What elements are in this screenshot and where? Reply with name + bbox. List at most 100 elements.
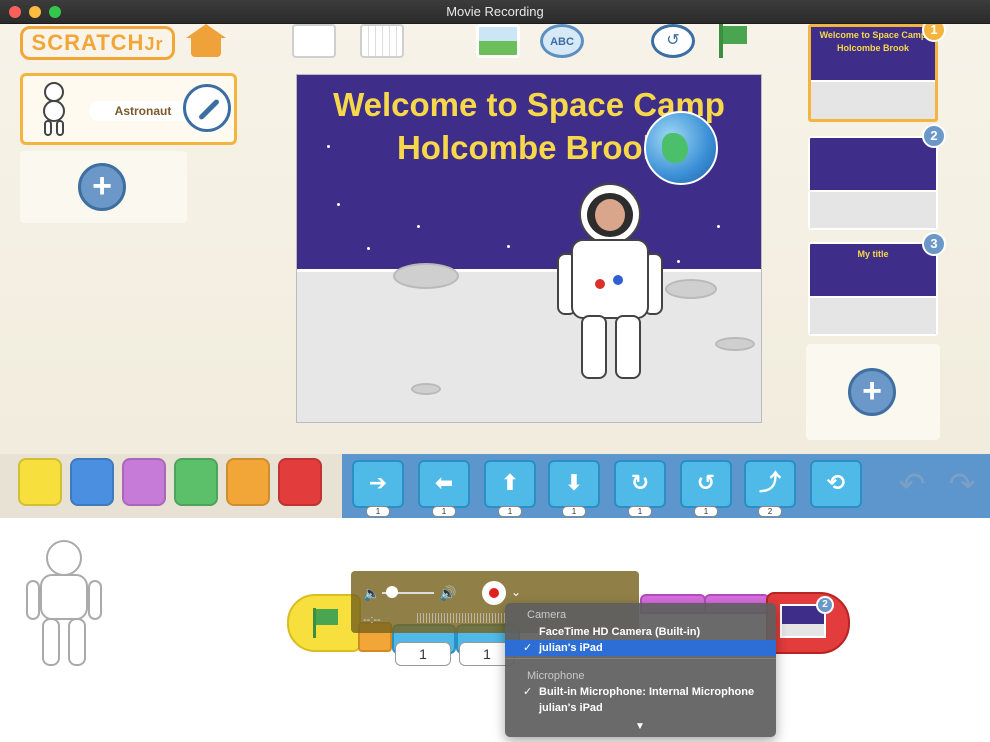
category-looks[interactable]: [122, 458, 166, 506]
turn-right-icon: ↻: [630, 470, 650, 495]
close-window-button[interactable]: [9, 6, 21, 18]
star: [417, 225, 420, 228]
thumb-leg: [56, 120, 64, 136]
window-titlebar: Movie Recording: [0, 0, 990, 24]
star: [507, 245, 510, 248]
page-number-badge: 2: [922, 124, 946, 148]
paint-editor-button[interactable]: [183, 84, 231, 132]
zoom-window-button[interactable]: [49, 6, 61, 18]
page-1-title-line2: Holcombe Brook: [836, 43, 909, 53]
crater: [393, 263, 459, 289]
crater: [665, 279, 717, 299]
background-button[interactable]: [476, 24, 520, 58]
abc-icon: ABC: [550, 36, 574, 48]
ghost-arm: [88, 580, 102, 620]
grid-toggle-button[interactable]: [292, 24, 336, 58]
page-thumbnail-2[interactable]: [808, 136, 938, 230]
category-motion[interactable]: [70, 458, 114, 506]
astronaut-leg: [581, 315, 607, 379]
undo-icon: ↶: [898, 466, 926, 502]
crater: [715, 337, 755, 351]
sprite-astronaut-card[interactable]: Astronaut: [20, 73, 237, 145]
scratchjr-logo[interactable]: SCRATCHJr: [20, 26, 175, 60]
text-abc-button[interactable]: ABC: [540, 24, 584, 58]
page-1-title: Welcome to Space Camp Holcombe Brook: [811, 29, 935, 55]
turn-left-block[interactable]: ↺ 1: [680, 460, 732, 517]
logo-suffix: Jr: [144, 34, 164, 54]
record-button[interactable]: [482, 581, 506, 605]
block-number-input[interactable]: 1: [395, 642, 451, 666]
category-control[interactable]: [226, 458, 270, 506]
go-home-block[interactable]: ⟲: [810, 460, 862, 508]
sprite-name-label[interactable]: Astronaut: [89, 101, 197, 121]
undo-button[interactable]: ↶: [894, 468, 930, 500]
plus-icon: +: [862, 372, 882, 410]
flag-icon-cloth: [316, 609, 338, 625]
ghost-leg: [68, 618, 86, 666]
suit-button: [595, 279, 605, 289]
menu-item-label: FaceTime HD Camera (Built-in): [539, 626, 701, 638]
minimize-window-button[interactable]: [29, 6, 41, 18]
volume-high-icon: 🔊: [439, 585, 457, 601]
thumb-ground: [811, 80, 935, 119]
astronaut-thumbnail: [37, 82, 71, 138]
volume-low-icon: 🔈: [363, 585, 381, 601]
ghost-torso: [40, 574, 88, 620]
move-up-block[interactable]: ⬆ 1: [484, 460, 536, 517]
checkmark-icon: ✓: [523, 686, 533, 698]
category-sound[interactable]: [174, 458, 218, 506]
page-thumbnail-3[interactable]: My title: [808, 242, 938, 336]
start-on-flag-block[interactable]: [287, 594, 361, 652]
menu-item-label: julian's iPad: [539, 702, 603, 714]
thumb-ground: [810, 190, 936, 228]
page-number-badge: 3: [922, 232, 946, 256]
add-page-button[interactable]: +: [848, 368, 896, 416]
scroll-down-arrow-icon[interactable]: ▼: [635, 721, 645, 732]
block-value: 1: [366, 506, 390, 517]
block-palette: ➔ 1 ⬅ 1 ⬆ 1 ⬇ 1 ↻ 1 ↺ 1 ⤴ 2 ⟲ ↶ ↷: [0, 454, 990, 518]
recording-time: --:--: [363, 614, 381, 626]
plus-icon: +: [92, 167, 112, 205]
home-button[interactable]: [183, 24, 229, 58]
source-menu: Camera FaceTime HD Camera (Built-in) ✓ j…: [505, 603, 776, 737]
add-character-button[interactable]: +: [78, 163, 126, 211]
astronaut-sprite[interactable]: [555, 183, 667, 389]
move-up-icon: ⬆: [500, 470, 520, 495]
go-to-page-block[interactable]: 2: [766, 592, 850, 654]
menu-item-label: Built-in Microphone: Internal Microphone: [539, 686, 755, 698]
earth-sprite[interactable]: [644, 111, 718, 185]
move-right-block[interactable]: ➔ 1: [352, 460, 404, 517]
astronaut-face: [595, 199, 625, 231]
move-left-block[interactable]: ⬅ 1: [418, 460, 470, 517]
thumb-torso: [43, 100, 65, 122]
hop-block[interactable]: ⤴ 2: [744, 460, 796, 517]
go-home-icon: ⟲: [826, 470, 846, 495]
home-icon-body: [191, 37, 221, 57]
block-value: 1: [498, 506, 522, 517]
add-page-slot: +: [806, 344, 940, 440]
stage[interactable]: Welcome to Space Camp Holcombe Brook: [296, 74, 762, 423]
menu-item-facetime-camera[interactable]: FaceTime HD Camera (Built-in): [505, 624, 776, 640]
presentation-mode-button[interactable]: [360, 24, 404, 58]
redo-button[interactable]: ↷: [944, 468, 980, 500]
move-down-block[interactable]: ⬇ 1: [548, 460, 600, 517]
category-end[interactable]: [278, 458, 322, 506]
star: [337, 203, 340, 206]
thumb-helmet: [44, 82, 64, 102]
menu-item-microphone-ipad[interactable]: julian's iPad: [505, 700, 776, 716]
turn-right-block[interactable]: ↻ 1: [614, 460, 666, 517]
block-value: 2: [758, 506, 782, 517]
menu-item-camera-ipad[interactable]: ✓ julian's iPad: [505, 640, 776, 656]
page-3-title: My title: [857, 249, 889, 259]
chevron-down-icon[interactable]: ⌄: [511, 585, 521, 599]
green-flag-button[interactable]: [717, 24, 747, 58]
reset-characters-button[interactable]: ↺: [651, 24, 695, 58]
volume-slider-knob[interactable]: [386, 586, 398, 598]
category-triggering[interactable]: [18, 458, 62, 506]
star: [677, 260, 680, 263]
crater: [411, 383, 441, 395]
block-value: 1: [628, 506, 652, 517]
block-value: 1: [694, 506, 718, 517]
menu-item-builtin-microphone[interactable]: ✓ Built-in Microphone: Internal Micropho…: [505, 684, 776, 700]
page-thumbnail-1[interactable]: Welcome to Space Camp Holcombe Brook: [808, 24, 938, 122]
